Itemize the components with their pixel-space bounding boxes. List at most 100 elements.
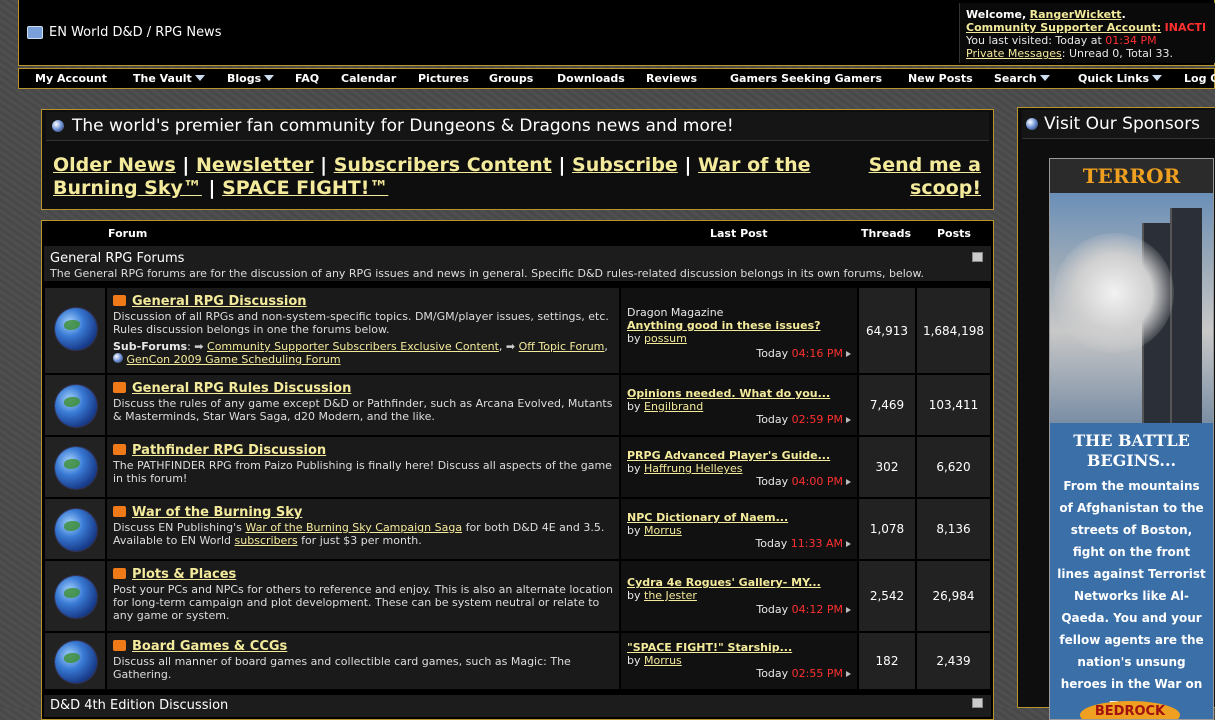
forum-info: War of the Burning Sky Discuss EN Publis… xyxy=(106,498,620,560)
category-dnd-4e: D&D 4th Edition Discussion xyxy=(44,695,991,717)
welcome-label: Welcome, xyxy=(966,8,1027,21)
forum-row: Pathfinder RPG Discussion The PATHFINDER… xyxy=(44,436,991,498)
go-to-post-icon[interactable] xyxy=(846,541,851,547)
last-post-cell: "SPACE FIGHT!" Starship... by Morrus Tod… xyxy=(620,632,858,690)
subforum-link[interactable]: Off Topic Forum xyxy=(519,340,605,353)
last-post-title-link[interactable]: PRPG Advanced Player's Guide... xyxy=(627,449,830,462)
main-nav: My Account The Vault Blogs FAQ Calendar … xyxy=(18,68,1215,89)
site-title[interactable]: EN World D&D / RPG News xyxy=(27,25,221,40)
nav-reviews[interactable]: Reviews xyxy=(646,72,697,85)
subforum-link[interactable]: Community Supporter Subscribers Exclusiv… xyxy=(207,340,499,353)
nav-search[interactable]: Search xyxy=(994,72,1050,85)
go-to-post-icon[interactable] xyxy=(846,607,851,613)
category-title[interactable]: D&D 4th Edition Discussion xyxy=(50,698,228,713)
go-to-post-icon[interactable] xyxy=(846,351,851,357)
globe-small-icon xyxy=(113,353,123,363)
today-label: Today xyxy=(756,347,789,360)
newsletter-link[interactable]: Newsletter xyxy=(196,154,313,176)
forum-row: General RPG Discussion Discussion of all… xyxy=(44,287,991,374)
rss-icon[interactable] xyxy=(113,295,126,306)
last-post-time: 04:00 PM xyxy=(791,475,843,488)
last-post-title-link[interactable]: Anything good in these issues? xyxy=(627,319,821,332)
last-post-user-link[interactable]: Morrus xyxy=(644,524,682,537)
nav-quick-links[interactable]: Quick Links xyxy=(1078,72,1163,85)
last-post-prefix: Dragon Magazine xyxy=(627,306,724,319)
posts-count: 26,984 xyxy=(916,560,991,632)
collapse-icon[interactable] xyxy=(972,252,983,262)
last-visited-label: You last visited: Today at xyxy=(966,34,1102,47)
forum-title-link[interactable]: General RPG Rules Discussion xyxy=(132,381,351,396)
forum-icon-cell xyxy=(44,374,106,436)
last-post-title-link[interactable]: NPC Dictionary of Naem... xyxy=(627,511,788,524)
last-post-user-link[interactable]: the Jester xyxy=(644,589,697,602)
posts-count: 103,411 xyxy=(916,374,991,436)
description-text: Discuss EN Publishing's xyxy=(113,521,242,534)
subforum-link[interactable]: GenCon 2009 Game Scheduling Forum xyxy=(127,353,341,366)
sponsors-panel: Visit Our Sponsors TERROR NETWORK THE BA… xyxy=(1017,107,1215,720)
subforums: Sub-Forums: ➡ Community Supporter Subscr… xyxy=(113,340,608,366)
last-post-user-link[interactable]: Engilbrand xyxy=(644,400,703,413)
last-post-user-link[interactable]: Morrus xyxy=(644,654,682,667)
forum-description: Discussion of all RPGs and non-system-sp… xyxy=(113,310,609,336)
rss-icon[interactable] xyxy=(113,382,126,393)
username-link[interactable]: RangerWickett xyxy=(1030,8,1122,21)
send-scoop-link[interactable]: Send me a scoop! xyxy=(869,154,981,199)
nav-new-posts[interactable]: New Posts xyxy=(908,72,973,85)
last-post-title-link[interactable]: Cydra 4e Rogues' Gallery- MY... xyxy=(627,576,821,589)
nav-pictures[interactable]: Pictures xyxy=(418,72,469,85)
private-messages-link[interactable]: Private Messages xyxy=(966,47,1062,60)
nav-faq[interactable]: FAQ xyxy=(295,72,319,85)
nav-groups[interactable]: Groups xyxy=(489,72,533,85)
go-to-post-icon[interactable] xyxy=(846,671,851,677)
forum-title-link[interactable]: War of the Burning Sky xyxy=(132,505,302,520)
last-post-title-link[interactable]: "SPACE FIGHT!" Starship... xyxy=(627,641,792,654)
separator: | xyxy=(208,177,216,199)
rss-icon[interactable] xyxy=(113,640,126,651)
forum-title-link[interactable]: Pathfinder RPG Discussion xyxy=(132,443,326,458)
by-label: by xyxy=(627,589,641,602)
forum-title-link[interactable]: Plots & Places xyxy=(132,567,236,582)
threads-count: 64,913 xyxy=(858,287,916,374)
threads-count: 302 xyxy=(858,436,916,498)
last-post-user-link[interactable]: possum xyxy=(644,332,687,345)
today-label: Today xyxy=(756,603,789,616)
last-post-user-link[interactable]: Haffrung Helleyes xyxy=(644,462,742,475)
account-link[interactable]: Community Supporter Account: xyxy=(966,21,1161,34)
older-news-link[interactable]: Older News xyxy=(53,154,176,176)
rss-icon[interactable] xyxy=(113,568,126,579)
separator: | xyxy=(182,154,190,176)
threads-count: 7,469 xyxy=(858,374,916,436)
tagline-text: The world's premier fan community for Du… xyxy=(72,116,734,136)
subscribe-link[interactable]: Subscribe xyxy=(572,154,678,176)
space-fight-link[interactable]: SPACE FIGHT!™ xyxy=(222,177,388,199)
forum-title-link[interactable]: General RPG Discussion xyxy=(132,294,307,309)
campaign-saga-link[interactable]: War of the Burning Sky Campaign Saga xyxy=(245,521,462,534)
go-to-post-icon[interactable] xyxy=(846,417,851,423)
nav-gamers-seeking-gamers[interactable]: Gamers Seeking Gamers xyxy=(730,72,882,85)
forum-title-link[interactable]: Board Games & CCGs xyxy=(132,639,287,654)
last-post-title-link[interactable]: Opinions needed. What do you... xyxy=(627,387,830,400)
ad-photo xyxy=(1050,193,1213,423)
nav-the-vault-label: The Vault xyxy=(133,72,192,85)
nav-blogs[interactable]: Blogs xyxy=(227,72,275,85)
nav-downloads[interactable]: Downloads xyxy=(557,72,625,85)
forum-description: Discuss EN Publishing's War of the Burni… xyxy=(113,521,613,547)
subscribers-link[interactable]: subscribers xyxy=(235,534,298,547)
sponsors-heading: Visit Our Sponsors xyxy=(1022,110,1215,139)
ad-body: From the mountains of Afghanistan to the… xyxy=(1057,479,1206,713)
rss-icon[interactable] xyxy=(113,506,126,517)
forum-description: Discuss the rules of any game except D&D… xyxy=(113,397,613,423)
last-visited-time: 01:34 PM xyxy=(1105,34,1157,47)
nav-calendar[interactable]: Calendar xyxy=(341,72,396,85)
category-title[interactable]: General RPG Forums xyxy=(50,251,985,266)
nav-the-vault[interactable]: The Vault xyxy=(133,72,205,85)
rss-icon[interactable] xyxy=(113,444,126,455)
sponsor-ad[interactable]: TERROR NETWORK THE BATTLE BEGINS... From… xyxy=(1049,158,1214,720)
by-label: by xyxy=(627,462,641,475)
threads-count: 2,542 xyxy=(858,560,916,632)
collapse-icon[interactable] xyxy=(972,698,983,708)
go-to-post-icon[interactable] xyxy=(846,479,851,485)
subscribers-content-link[interactable]: Subscribers Content xyxy=(334,154,552,176)
nav-log-out[interactable]: Log O xyxy=(1184,72,1215,85)
nav-my-account[interactable]: My Account xyxy=(35,72,107,85)
